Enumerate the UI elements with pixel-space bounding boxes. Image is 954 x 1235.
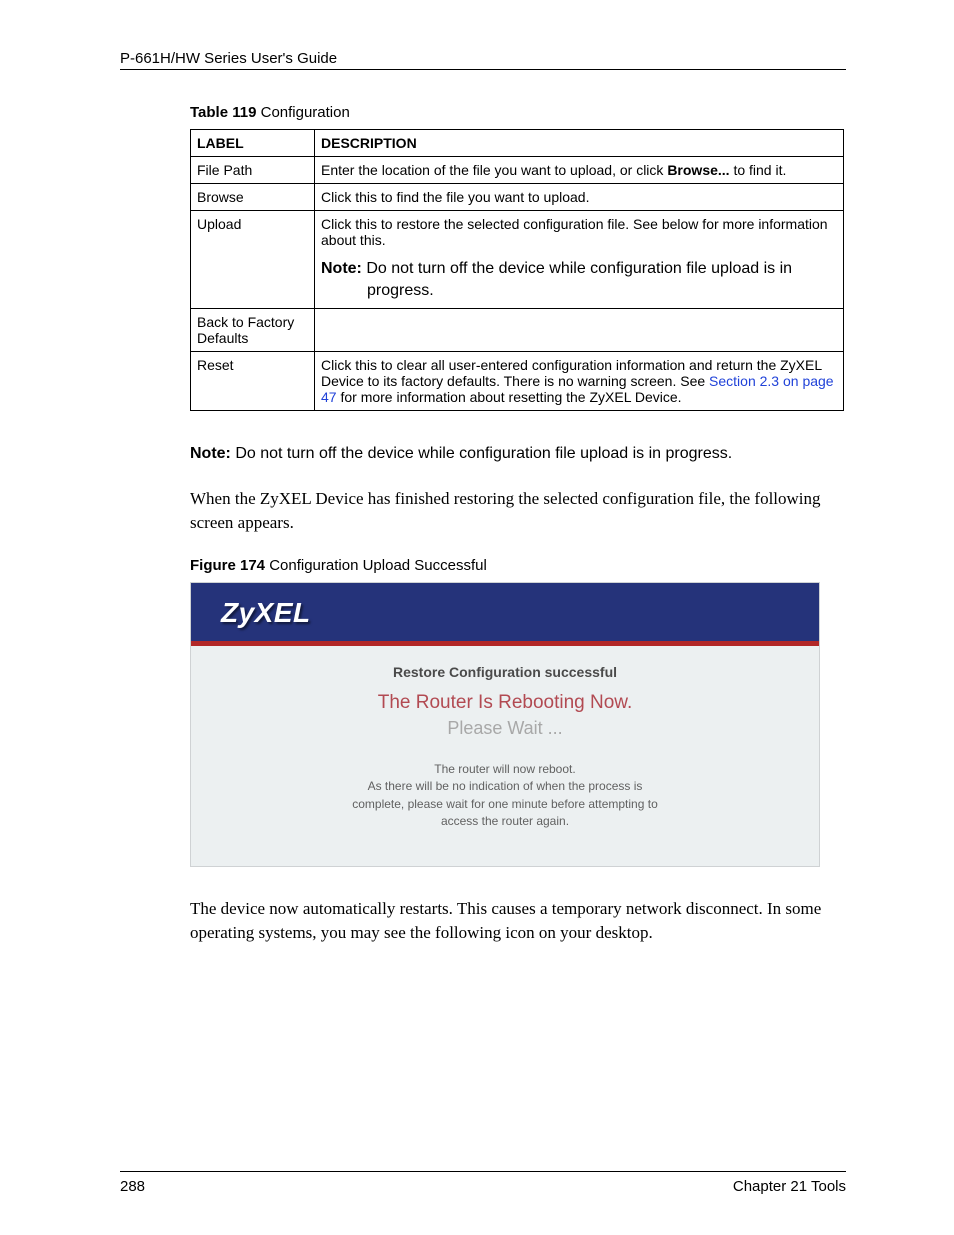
running-head: P-661H/HW Series User's Guide (120, 50, 846, 67)
table-caption: Table 119 Configuration (190, 104, 846, 121)
cell-label: File Path (191, 157, 315, 184)
text: to find it. (730, 162, 787, 178)
note-label: Note: (190, 445, 231, 462)
text: complete, please wait for one minute bef… (211, 796, 799, 813)
figure-screenshot: ZyXEL Restore Configuration successful T… (190, 582, 820, 868)
table-caption-label: Table 119 (190, 104, 256, 121)
text: Click this to restore the selected confi… (321, 216, 837, 248)
cell-label: Browse (191, 184, 315, 211)
table-row: File Path Enter the location of the file… (191, 157, 844, 184)
text: The router will now reboot. (211, 761, 799, 778)
figure-line1: The Router Is Rebooting Now. (211, 692, 799, 714)
body-paragraph: The device now automatically restarts. T… (190, 897, 846, 945)
cell-desc: Click this to restore the selected confi… (315, 211, 844, 309)
figure-caption: Figure 174 Configuration Upload Successf… (190, 557, 846, 574)
note-text: Do not turn off the device while configu… (231, 445, 732, 462)
cell-label: Back to Factory Defaults (191, 308, 315, 351)
cell-desc: Enter the location of the file you want … (315, 157, 844, 184)
cell-desc: Click this to clear all user-entered con… (315, 351, 844, 410)
table-row: Upload Click this to restore the selecte… (191, 211, 844, 309)
header-rule (120, 69, 846, 70)
zyxel-logo: ZyXEL (221, 597, 311, 628)
footer-rule (120, 1171, 846, 1172)
page-number: 288 (120, 1178, 145, 1195)
text: As there will be no indication of when t… (211, 778, 799, 795)
inline-note: Note: Do not turn off the device while c… (321, 258, 837, 303)
footer: 288 Chapter 21 Tools (120, 1171, 846, 1195)
cell-label: Upload (191, 211, 315, 309)
figure-message: The router will now reboot. As there wil… (211, 761, 799, 831)
text: Enter the location of the file you want … (321, 162, 667, 178)
text-bold: Browse... (667, 162, 729, 178)
table-header-row: LABEL DESCRIPTION (191, 130, 844, 157)
text: access the router again. (211, 813, 799, 830)
config-table: LABEL DESCRIPTION File Path Enter the lo… (190, 129, 844, 411)
body-paragraph: When the ZyXEL Device has finished resto… (190, 487, 846, 535)
table-row: Back to Factory Defaults (191, 308, 844, 351)
cell-desc (315, 308, 844, 351)
cell-label: Reset (191, 351, 315, 410)
figure-caption-label: Figure 174 (190, 557, 265, 574)
th-desc: DESCRIPTION (315, 130, 844, 157)
table-row: Browse Click this to find the file you w… (191, 184, 844, 211)
figure-topbar: ZyXEL (191, 583, 819, 641)
table-caption-text: Configuration (256, 104, 349, 121)
note-text: Do not turn off the device while configu… (362, 260, 792, 277)
chapter-label: Chapter 21 Tools (733, 1178, 846, 1195)
text: for more information about resetting the… (337, 389, 682, 405)
cell-desc: Click this to find the file you want to … (315, 184, 844, 211)
figure-title: Restore Configuration successful (211, 664, 799, 680)
note-paragraph: Note: Do not turn off the device while c… (190, 443, 846, 465)
figure-body: Restore Configuration successful The Rou… (191, 646, 819, 867)
figure-caption-text: Configuration Upload Successful (265, 557, 487, 574)
th-label: LABEL (191, 130, 315, 157)
figure-line2: Please Wait ... (211, 718, 799, 739)
table-row: Reset Click this to clear all user-enter… (191, 351, 844, 410)
note-label: Note: (321, 260, 362, 277)
note-text-cont: progress. (321, 280, 837, 302)
